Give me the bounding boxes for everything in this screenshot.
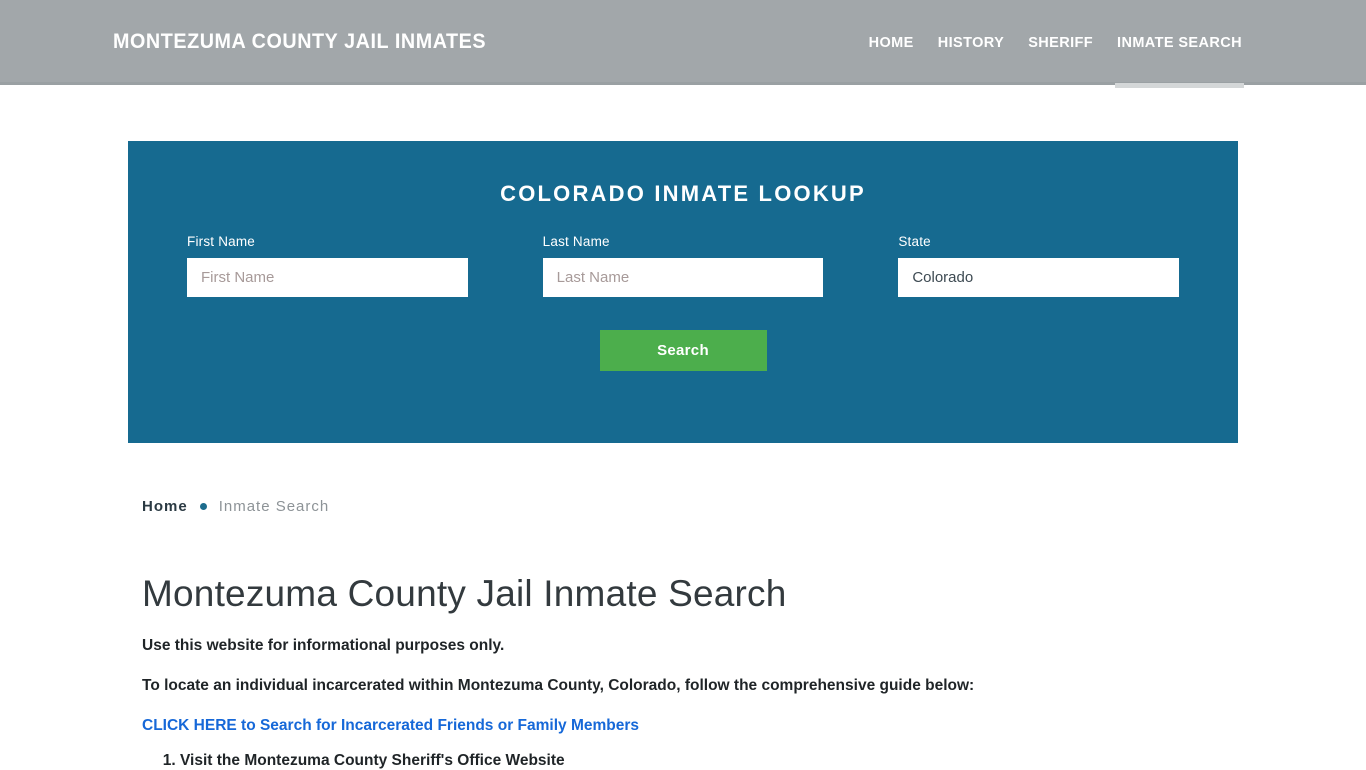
nav-item-inmate-search[interactable]: INMATE SEARCH xyxy=(1105,0,1254,88)
last-name-field-group: Last Name xyxy=(542,234,824,297)
state-field-group: State xyxy=(898,234,1179,297)
first-name-label: First Name xyxy=(187,234,256,249)
page-title: Montezuma County Jail Inmate Search xyxy=(142,573,787,614)
lookup-panel-title: COLORADO INMATE LOOKUP xyxy=(500,181,866,206)
intro-paragraph-2: To locate an individual incarcerated wit… xyxy=(142,677,975,694)
site-header: MONTEZUMA COUNTY JAIL INMATES HOME HISTO… xyxy=(0,0,1366,88)
search-button-row: Search xyxy=(128,330,1238,371)
inmate-lookup-panel: COLORADO INMATE LOOKUP First Name Last N… xyxy=(128,141,1238,443)
intro-paragraph-1: Use this website for informational purpo… xyxy=(142,637,505,654)
list-item: Visit the Montezuma County Sheriff's Off… xyxy=(180,752,1242,770)
state-input[interactable] xyxy=(898,258,1179,297)
last-name-input[interactable] xyxy=(542,258,824,297)
nav-item-home[interactable]: HOME xyxy=(857,0,926,85)
lookup-form: First Name Last Name State xyxy=(128,234,1238,297)
breadcrumb-home-link[interactable]: Home xyxy=(142,498,188,515)
first-name-input[interactable] xyxy=(187,258,468,297)
main-navigation: HOME HISTORY SHERIFF INMATE SEARCH xyxy=(857,0,1254,88)
site-brand-title: MONTEZUMA COUNTY JAIL INMATES xyxy=(113,30,487,53)
breadcrumb-separator-dot-icon xyxy=(199,503,207,510)
first-name-field-group: First Name xyxy=(187,234,468,297)
nav-item-history[interactable]: HISTORY xyxy=(926,0,1016,85)
breadcrumb-current-page: Inmate Search xyxy=(218,498,330,515)
inmate-search-cta-link[interactable]: CLICK HERE to Search for Incarcerated Fr… xyxy=(142,717,639,735)
state-label: State xyxy=(898,234,931,249)
steps-list: Visit the Montezuma County Sheriff's Off… xyxy=(142,752,1242,770)
search-button[interactable]: Search xyxy=(599,330,767,371)
breadcrumb: Home Inmate Search xyxy=(142,498,1242,515)
page-content: Home Inmate Search Montezuma County Jail… xyxy=(142,498,1242,770)
last-name-label: Last Name xyxy=(542,234,610,249)
nav-item-sheriff[interactable]: SHERIFF xyxy=(1016,0,1105,85)
